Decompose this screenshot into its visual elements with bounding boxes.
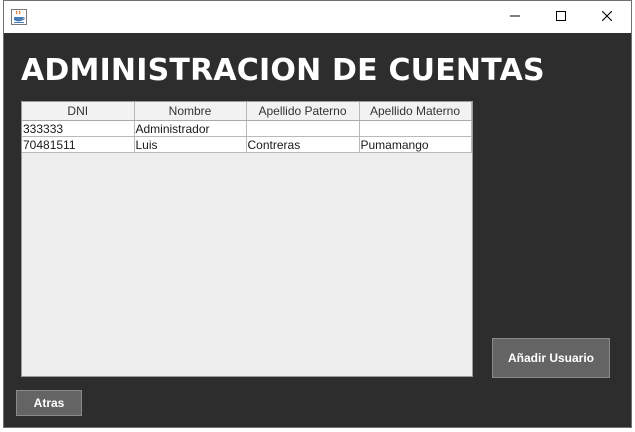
table-header-row: DNI Nombre Apellido Paterno Apellido Mat… bbox=[22, 102, 472, 121]
minimize-icon bbox=[510, 8, 520, 26]
close-icon bbox=[601, 8, 613, 26]
cell-dni[interactable]: 333333 bbox=[22, 120, 135, 137]
accounts-table[interactable]: DNI Nombre Apellido Paterno Apellido Mat… bbox=[21, 101, 473, 377]
cell-apellido-paterno[interactable] bbox=[246, 120, 360, 137]
desktop-background bbox=[0, 428, 635, 432]
cell-nombre[interactable]: Administrador bbox=[134, 120, 247, 137]
column-header-dni[interactable]: DNI bbox=[22, 102, 135, 121]
app-window: ADMINISTRACION DE CUENTAS DNI Nombre Ape… bbox=[3, 0, 632, 428]
maximize-button[interactable] bbox=[538, 1, 584, 33]
page-title: ADMINISTRACION DE CUENTAS bbox=[21, 53, 545, 88]
title-bar bbox=[4, 1, 631, 33]
cell-apellido-materno[interactable]: Pumamango bbox=[359, 136, 472, 153]
close-button[interactable] bbox=[584, 1, 630, 33]
cell-nombre[interactable]: Luis bbox=[134, 136, 247, 153]
column-header-apellido-paterno[interactable]: Apellido Paterno bbox=[246, 102, 360, 121]
table-row[interactable]: 70481511 Luis Contreras Pumamango bbox=[22, 136, 472, 153]
cell-dni[interactable]: 70481511 bbox=[22, 136, 135, 153]
java-cup-icon bbox=[11, 9, 27, 25]
back-button[interactable]: Atras bbox=[16, 390, 82, 416]
cell-apellido-paterno[interactable]: Contreras bbox=[246, 136, 360, 153]
minimize-button[interactable] bbox=[492, 1, 538, 33]
table-row[interactable]: 333333 Administrador bbox=[22, 120, 472, 137]
column-header-apellido-materno[interactable]: Apellido Materno bbox=[359, 102, 472, 121]
column-header-nombre[interactable]: Nombre bbox=[134, 102, 247, 121]
cell-apellido-materno[interactable] bbox=[359, 120, 472, 137]
add-user-button[interactable]: Añadir Usuario bbox=[492, 338, 610, 378]
content-panel: ADMINISTRACION DE CUENTAS DNI Nombre Ape… bbox=[4, 33, 631, 427]
maximize-icon bbox=[556, 8, 566, 26]
